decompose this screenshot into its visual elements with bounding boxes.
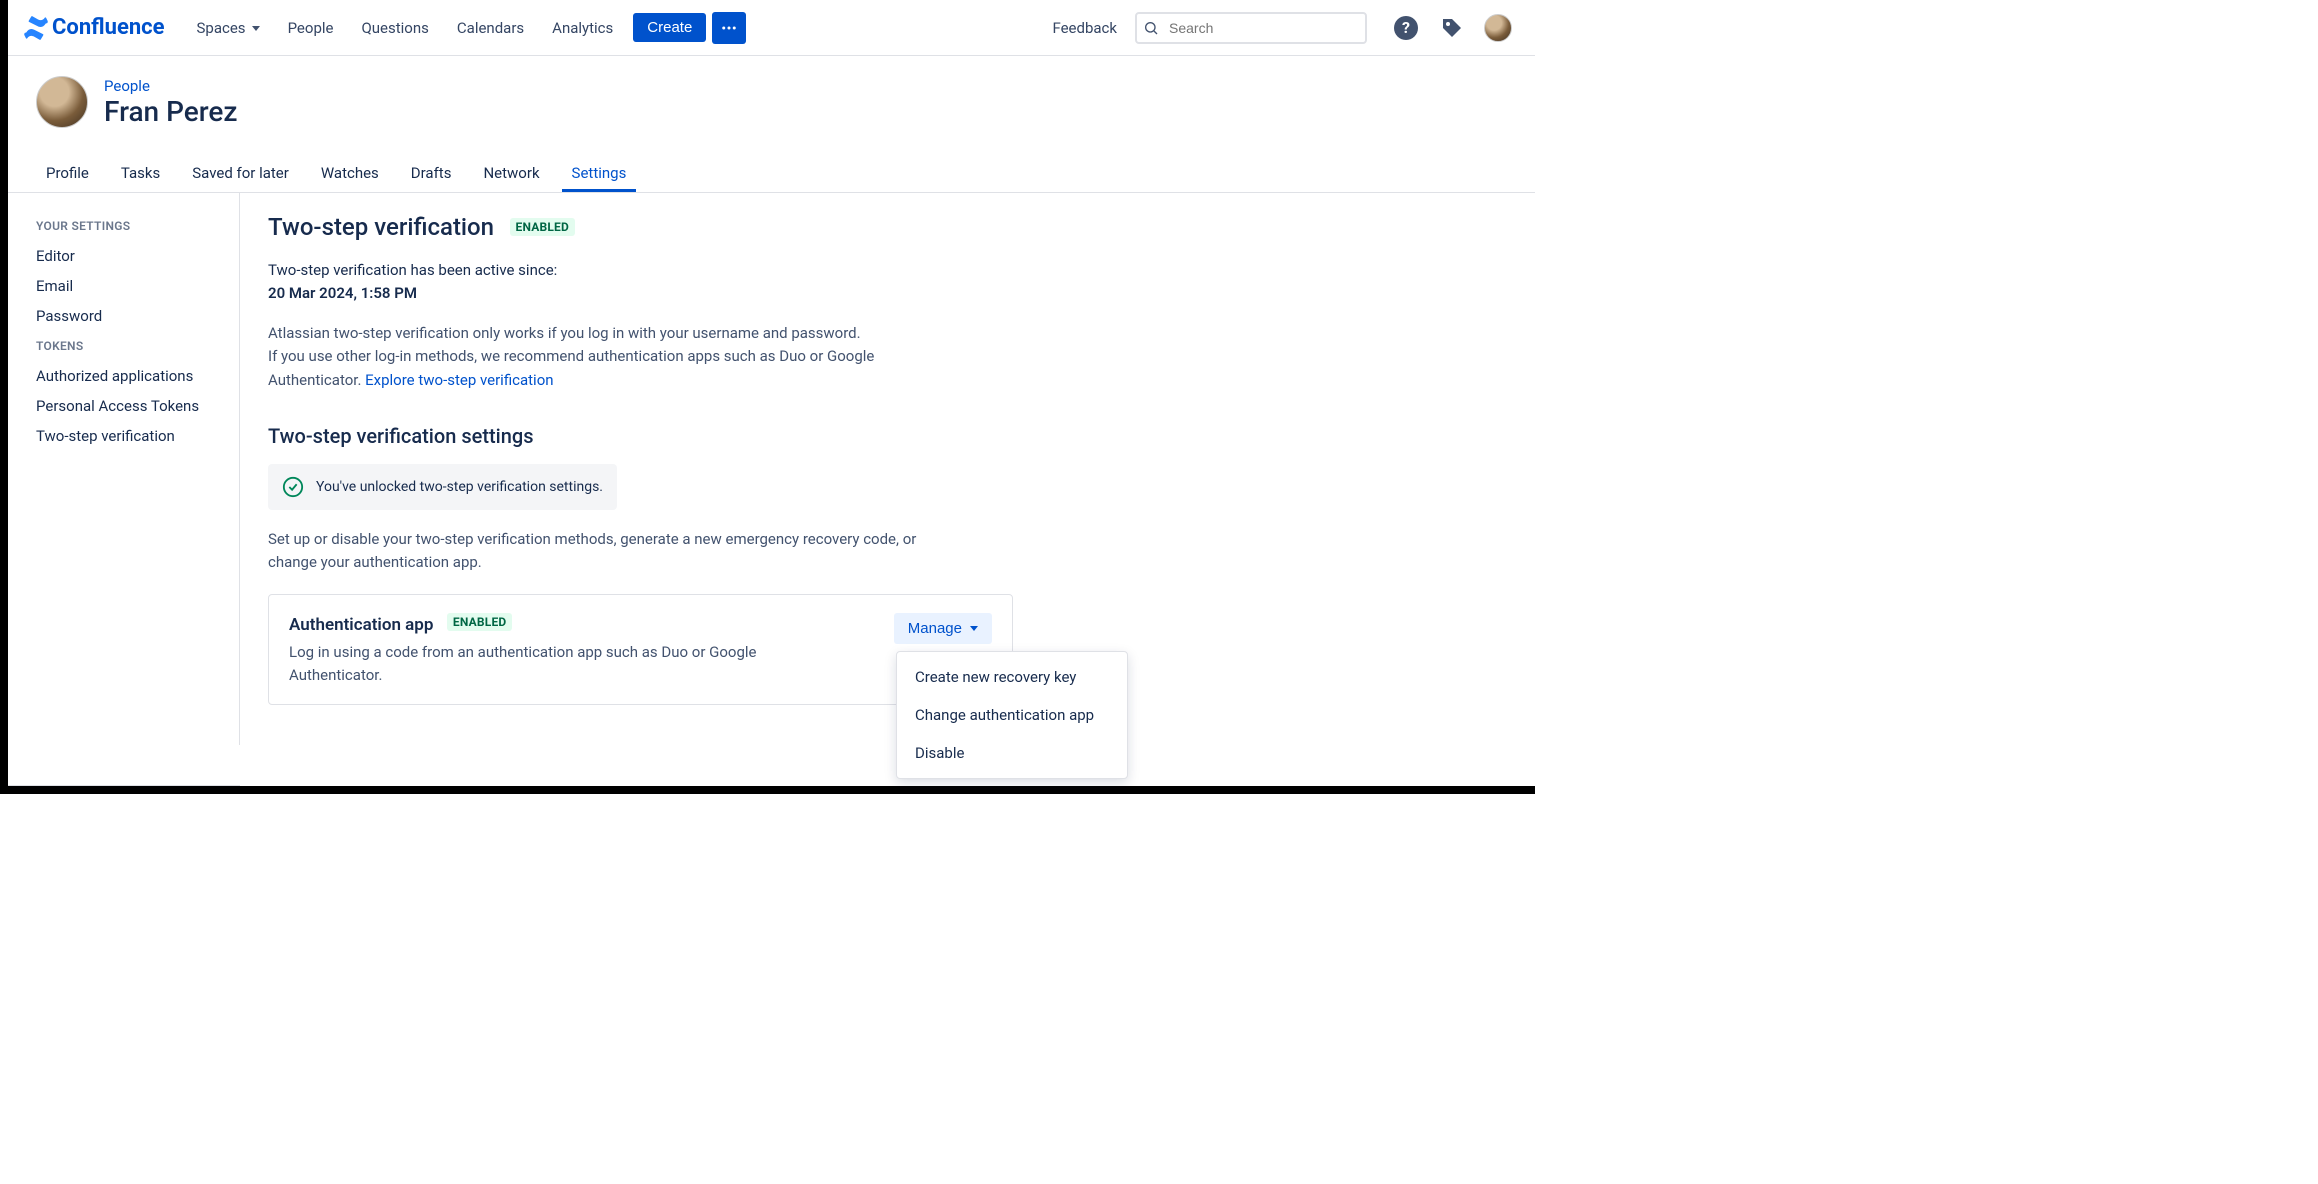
nav-questions[interactable]: Questions [349, 13, 440, 43]
sidebar-bottom-divider [8, 785, 240, 786]
ellipsis-icon [720, 19, 738, 37]
help-icon: ? [1394, 16, 1418, 40]
sidebar-item-email[interactable]: Email [36, 271, 239, 301]
page-header: People Fran Perez [8, 56, 1535, 136]
confluence-icon [24, 16, 48, 40]
profile-avatar [36, 76, 88, 128]
nav-analytics[interactable]: Analytics [540, 13, 625, 43]
brand-name: Confluence [52, 15, 165, 40]
brand-logo[interactable]: Confluence [24, 15, 165, 40]
menu-create-recovery-key[interactable]: Create new recovery key [897, 658, 1127, 696]
sidebar-item-two-step[interactable]: Two-step verification [36, 421, 239, 451]
unlock-panel: You've unlocked two-step verification se… [268, 464, 617, 510]
tab-settings[interactable]: Settings [562, 156, 637, 192]
tag-icon [1440, 16, 1464, 40]
settings-subtitle: Two-step verification settings [268, 424, 1260, 448]
tab-profile[interactable]: Profile [36, 156, 99, 192]
nav-people[interactable]: People [276, 13, 346, 43]
manage-dropdown: Create new recovery key Change authentic… [896, 651, 1128, 779]
search-icon [1143, 20, 1159, 36]
menu-disable[interactable]: Disable [897, 734, 1127, 772]
notifications-button[interactable] [1435, 11, 1469, 45]
explore-link[interactable]: Explore two-step verification [365, 371, 553, 389]
sidebar-item-editor[interactable]: Editor [36, 241, 239, 271]
manage-button[interactable]: Manage [894, 613, 992, 644]
auth-app-title: Authentication app [289, 615, 433, 635]
search-input[interactable] [1135, 12, 1367, 44]
auth-app-badge: ENABLED [447, 613, 512, 631]
manage-label: Manage [908, 620, 962, 637]
search-box[interactable] [1135, 12, 1367, 44]
settings-description: Set up or disable your two-step verifica… [268, 528, 948, 575]
unlock-message: You've unlocked two-step verification se… [316, 479, 603, 495]
check-circle-icon [282, 476, 304, 498]
nav-feedback[interactable]: Feedback [1052, 19, 1117, 37]
avatar-icon [1484, 14, 1512, 42]
tab-saved-for-later[interactable]: Saved for later [182, 156, 299, 192]
settings-sidebar: YOUR SETTINGS Editor Email Password TOKE… [8, 193, 240, 745]
sidebar-item-pat[interactable]: Personal Access Tokens [36, 391, 239, 421]
settings-content: Two-step verification ENABLED Two-step v… [240, 193, 1260, 745]
tab-tasks[interactable]: Tasks [111, 156, 170, 192]
create-button[interactable]: Create [633, 13, 706, 42]
page-title: Fran Perez [104, 95, 238, 128]
tab-watches[interactable]: Watches [311, 156, 389, 192]
auth-app-card: Authentication app ENABLED Log in using … [268, 594, 1013, 705]
menu-change-auth-app[interactable]: Change authentication app [897, 696, 1127, 734]
help-button[interactable]: ? [1389, 11, 1423, 45]
status-badge-enabled: ENABLED [510, 218, 575, 236]
sidebar-heading-your-settings: YOUR SETTINGS [36, 219, 239, 233]
top-nav: Confluence Spaces People Questions Calen… [8, 0, 1535, 56]
desc-line-1: Atlassian two-step verification only wor… [268, 324, 861, 342]
profile-tabs: Profile Tasks Saved for later Watches Dr… [8, 136, 1535, 193]
user-menu[interactable] [1481, 11, 1515, 45]
tab-network[interactable]: Network [473, 156, 549, 192]
desc-line-2: If you use other log-in methods, we reco… [268, 347, 874, 388]
active-since-value: 20 Mar 2024, 1:58 PM [268, 284, 417, 302]
sidebar-item-password[interactable]: Password [36, 301, 239, 331]
sidebar-heading-tokens: TOKENS [36, 339, 239, 353]
tab-drafts[interactable]: Drafts [401, 156, 462, 192]
two-step-title: Two-step verification [268, 213, 494, 241]
nav-calendars[interactable]: Calendars [445, 13, 536, 43]
more-actions-button[interactable] [712, 12, 746, 44]
sidebar-item-authorized-apps[interactable]: Authorized applications [36, 361, 239, 391]
breadcrumb-people[interactable]: People [104, 77, 150, 95]
active-since-label: Two-step verification has been active si… [268, 261, 557, 279]
auth-app-desc: Log in using a code from an authenticati… [289, 641, 809, 686]
nav-spaces[interactable]: Spaces [185, 13, 272, 43]
